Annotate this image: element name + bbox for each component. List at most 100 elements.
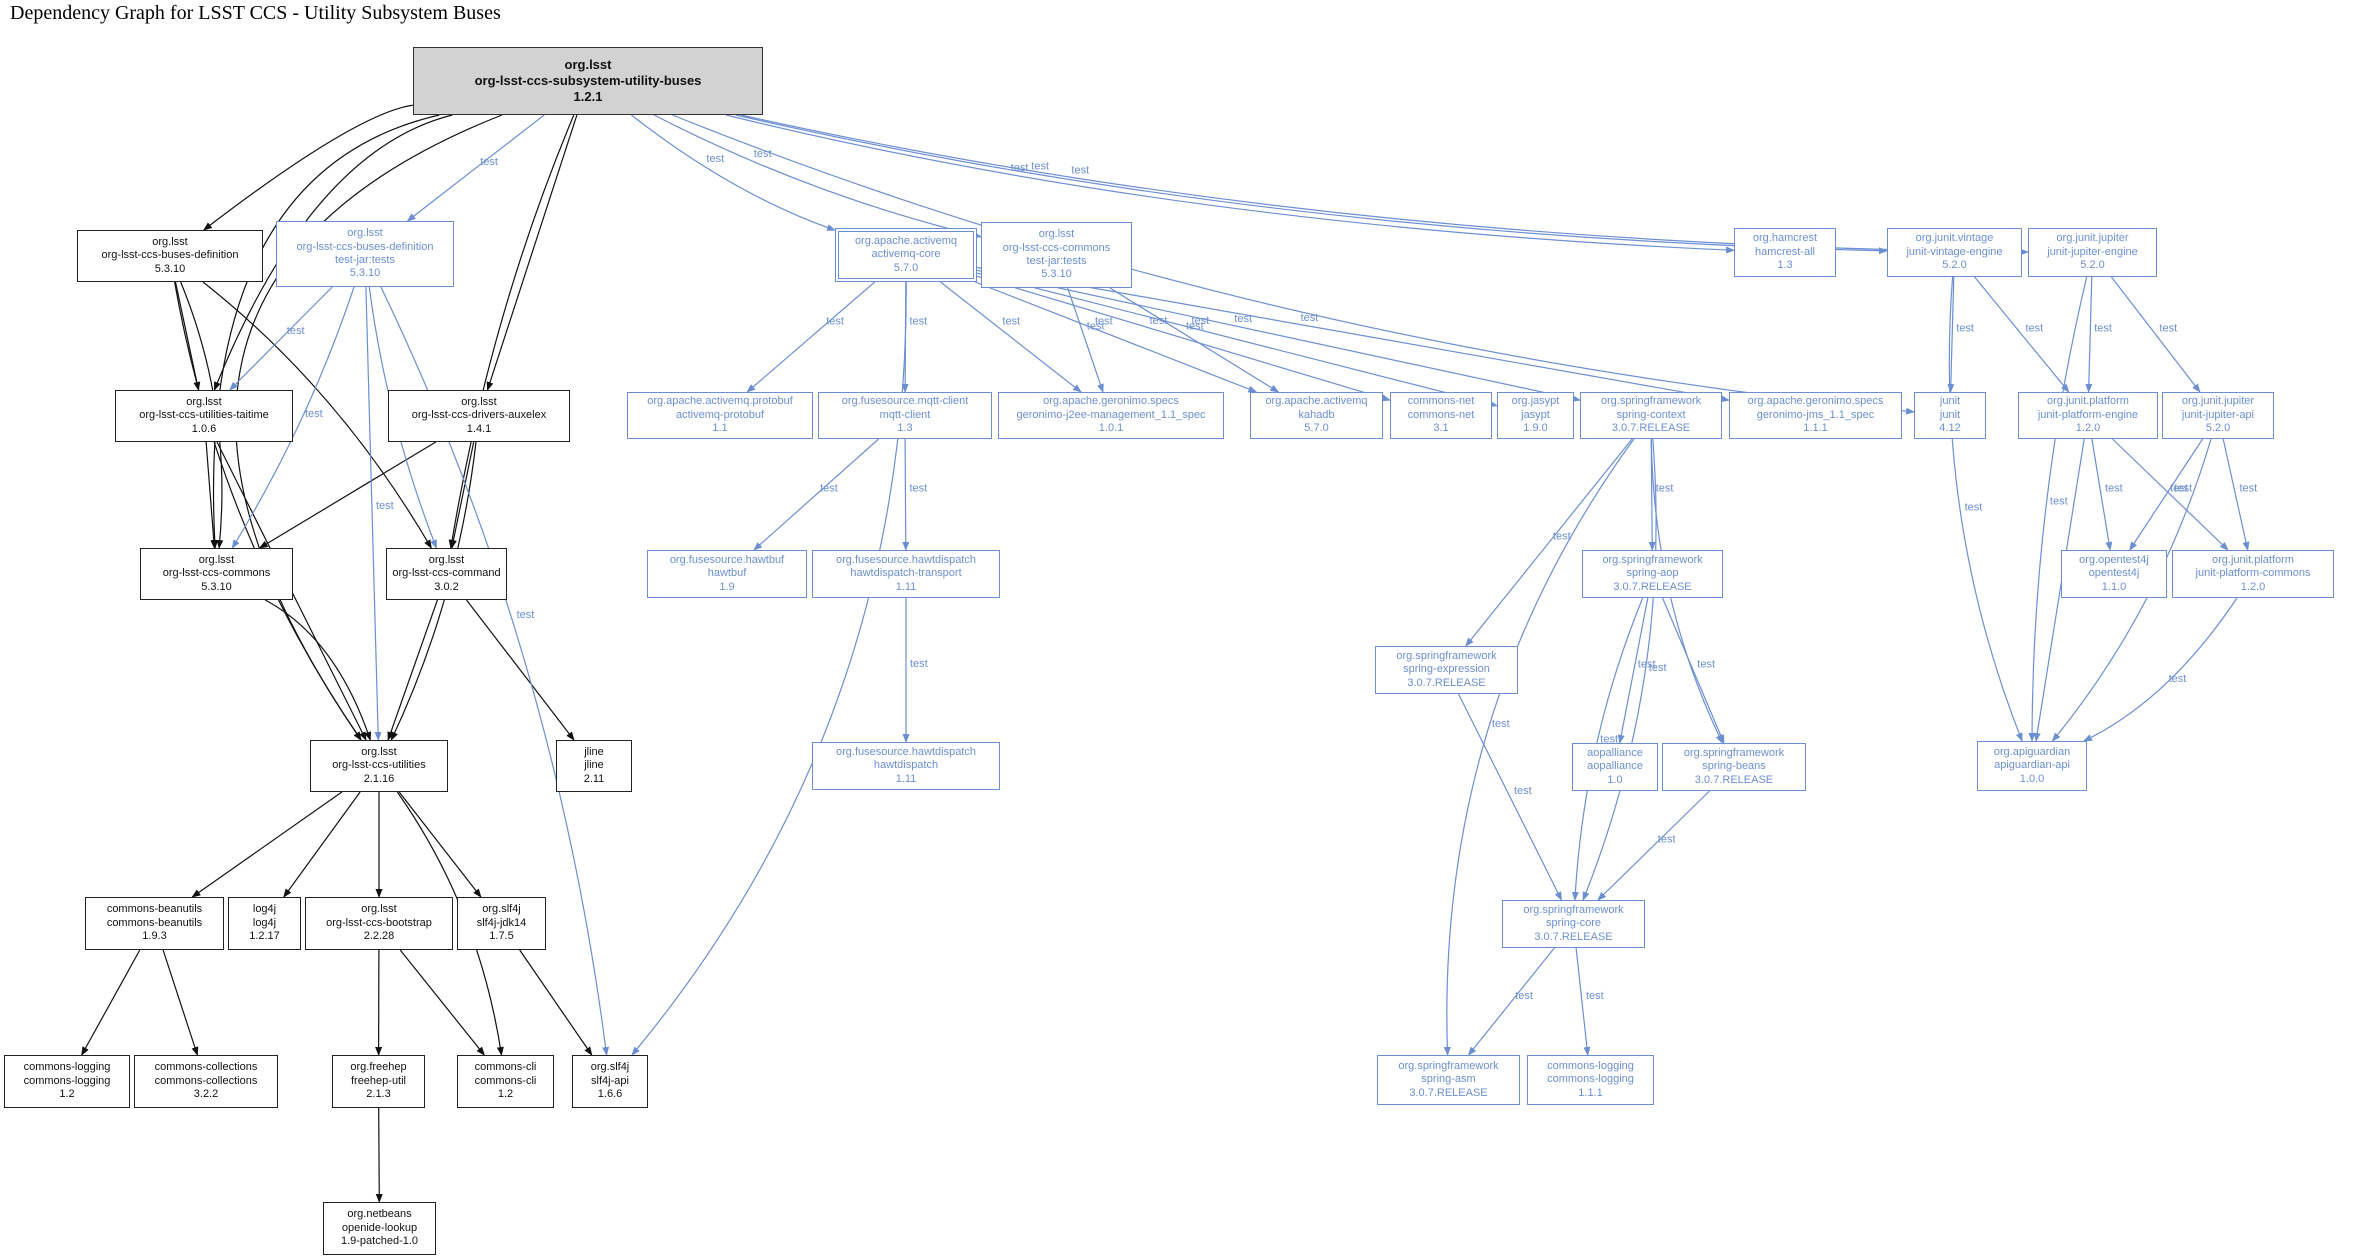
node-command: org.lsstorg-lsst-ccs-command3.0.2 <box>386 548 507 600</box>
node-label-line: org-lsst-ccs-utilities <box>332 759 426 772</box>
node-label-line: org.fusesource.mqtt-client <box>842 395 969 408</box>
node-label-line: org.lsst <box>565 57 612 73</box>
node-label-line: slf4j-jdk14 <box>477 917 527 930</box>
node-ccsutilities: org.lsstorg-lsst-ccs-utilities2.1.16 <box>310 740 448 792</box>
node-label-line: commons-logging <box>24 1075 111 1088</box>
edge-label-test: test <box>1301 312 1319 324</box>
edge-label-test: test <box>1656 483 1674 495</box>
node-label-line: spring-aop <box>1627 567 1679 580</box>
node-label-line: 1.9.0 <box>1523 422 1547 435</box>
node-ccollections: commons-collectionscommons-collections3.… <box>134 1055 278 1108</box>
edge-activemqcore-commonsnet <box>977 276 1390 400</box>
node-label-line: org.springframework <box>1601 395 1701 408</box>
node-label-line: 1.0.6 <box>192 423 216 436</box>
node-label-line: 5.3.10 <box>350 267 381 280</box>
node-commonscli: commons-clicommons-cli1.2 <box>457 1055 554 1108</box>
edge-label-test: test <box>706 153 724 165</box>
node-label-line: slf4j-api <box>591 1075 629 1088</box>
node-label-line: 2.1.3 <box>366 1088 390 1101</box>
edge-label-test: test <box>2240 483 2258 495</box>
node-label-line: 5.7.0 <box>1304 422 1328 435</box>
node-label-line: org.junit.jupiter <box>2182 395 2254 408</box>
node-label-line: commons-beanutils <box>107 903 202 916</box>
node-springaop: org.springframeworkspring-aop3.0.7.RELEA… <box>1582 550 1723 598</box>
node-label-line: org.junit.jupiter <box>2056 232 2128 245</box>
edge-activemqcore-jasypt <box>977 273 1497 406</box>
edge-label-test: test <box>2105 483 2123 495</box>
node-label-line: org.apache.activemq.protobuf <box>647 395 793 408</box>
edge-label-test: test <box>1186 320 1204 332</box>
node-label-line: junit-jupiter-engine <box>2047 246 2138 259</box>
node-label-line: org-lsst-ccs-subsystem-utility-buses <box>475 73 702 89</box>
node-label-line: commons-net <box>1408 395 1475 408</box>
node-springasm: org.springframeworkspring-asm3.0.7.RELEA… <box>1377 1055 1520 1105</box>
node-label-line: activemq-protobuf <box>676 409 764 422</box>
node-label-line: junit-platform-engine <box>2038 409 2138 422</box>
node-label-line: 1.4.1 <box>467 423 491 436</box>
node-label-line: org.fusesource.hawtdispatch <box>836 746 976 759</box>
node-label-line: org.netbeans <box>347 1208 411 1221</box>
node-label-line: aopalliance <box>1587 747 1643 760</box>
node-label-line: junit-platform-commons <box>2196 567 2311 580</box>
node-auxelex: org.lsstorg-lsst-ccs-drivers-auxelex1.4.… <box>388 390 570 442</box>
edge-activemqcore-geronimoj2ee <box>941 282 1082 392</box>
edge-root-ccscommons <box>214 115 440 548</box>
node-label-line: junit-jupiter-api <box>2182 409 2254 422</box>
edge-bootstrap-commonscli <box>400 950 484 1055</box>
node-label-line: log4j <box>253 917 276 930</box>
node-label-line: org-lsst-ccs-commons <box>163 567 271 580</box>
node-springbeans: org.springframeworkspring-beans3.0.7.REL… <box>1662 743 1806 791</box>
node-label-line: spring-asm <box>1421 1073 1475 1086</box>
node-activemqcore: org.apache.activemqactivemq-core5.7.0 <box>835 228 977 282</box>
edge-springaop-springbeans <box>1663 598 1724 743</box>
node-label-line: 3.0.2 <box>434 581 458 594</box>
edge-label-test: test <box>910 483 928 495</box>
node-label-line: 3.0.7.RELEASE <box>1695 774 1773 787</box>
node-springcontext: org.springframeworkspring-context3.0.7.R… <box>1580 392 1722 439</box>
edge-label-test: test <box>376 500 394 512</box>
node-label-line: 1.2.0 <box>2241 581 2265 594</box>
node-beanutils: commons-beanutilscommons-beanutils1.9.3 <box>85 897 224 950</box>
node-geronimojms: org.apache.geronimo.specsgeronimo-jms_1.… <box>1729 392 1902 439</box>
node-label-line: 3.0.7.RELEASE <box>1613 581 1691 594</box>
node-label-line: commons-collections <box>155 1075 258 1088</box>
node-label-line: 3.1 <box>1433 422 1448 435</box>
node-protobuf: org.apache.activemq.protobufactivemq-pro… <box>627 392 813 439</box>
node-label-line: 1.1.1 <box>1803 422 1827 435</box>
node-label-line: org.apiguardian <box>1994 746 2070 759</box>
node-log4j: log4jlog4j1.2.17 <box>228 897 301 950</box>
node-label-line: geronimo-jms_1.1_spec <box>1757 409 1874 422</box>
node-label-line: org.freehep <box>350 1061 406 1074</box>
node-label-line: org.lsst <box>361 903 396 916</box>
node-label-line: org.lsst <box>186 396 221 409</box>
node-jline: jlinejline2.11 <box>556 740 632 792</box>
node-netbeans: org.netbeansopenide-lookup1.9-patched-1.… <box>323 1202 436 1255</box>
edge-label-test: test <box>2169 673 2187 685</box>
edge-label-test: test <box>1638 659 1656 671</box>
node-label-line: 1.0.1 <box>1099 422 1123 435</box>
edge-ccsutilities-beanutils <box>192 792 342 897</box>
node-jasypt: org.jasyptjasypt1.9.0 <box>1497 392 1574 439</box>
node-junit: junitjunit4.12 <box>1914 392 1986 439</box>
node-slf4jjdk14: org.slf4jslf4j-jdk141.7.5 <box>457 897 546 950</box>
node-label-line: 1.0.0 <box>2020 773 2044 786</box>
node-label-line: org-lsst-ccs-buses-definition <box>297 241 434 254</box>
node-label-line: org.junit.platform <box>2212 554 2294 567</box>
edge-label-test: test <box>2159 322 2177 334</box>
edge-busesdeftests-ccsutilities <box>366 287 378 740</box>
node-label-line: org.lsst <box>199 554 234 567</box>
edge-label-test: test <box>826 315 844 327</box>
node-freehep: org.freehepfreehep-util2.1.3 <box>332 1055 425 1108</box>
edge-root-auxelex <box>488 115 577 390</box>
edge-label-test: test <box>2170 483 2188 495</box>
node-label-line: hawtdispatch-transport <box>850 567 961 580</box>
node-label-line: org-lsst-ccs-bootstrap <box>326 917 432 930</box>
node-label-line: test-jar:tests <box>335 254 395 267</box>
node-hamcrest: org.hamcresthamcrest-all1.3 <box>1734 228 1836 277</box>
node-label-line: junit <box>1940 395 1960 408</box>
node-label-line: 3.2.2 <box>194 1088 218 1101</box>
edge-label-test: test <box>1071 165 1089 177</box>
node-label-line: 4.12 <box>1939 422 1960 435</box>
edge-jupiterengine-apiguardian <box>2032 277 2087 741</box>
edge-label-test: test <box>1658 834 1676 846</box>
